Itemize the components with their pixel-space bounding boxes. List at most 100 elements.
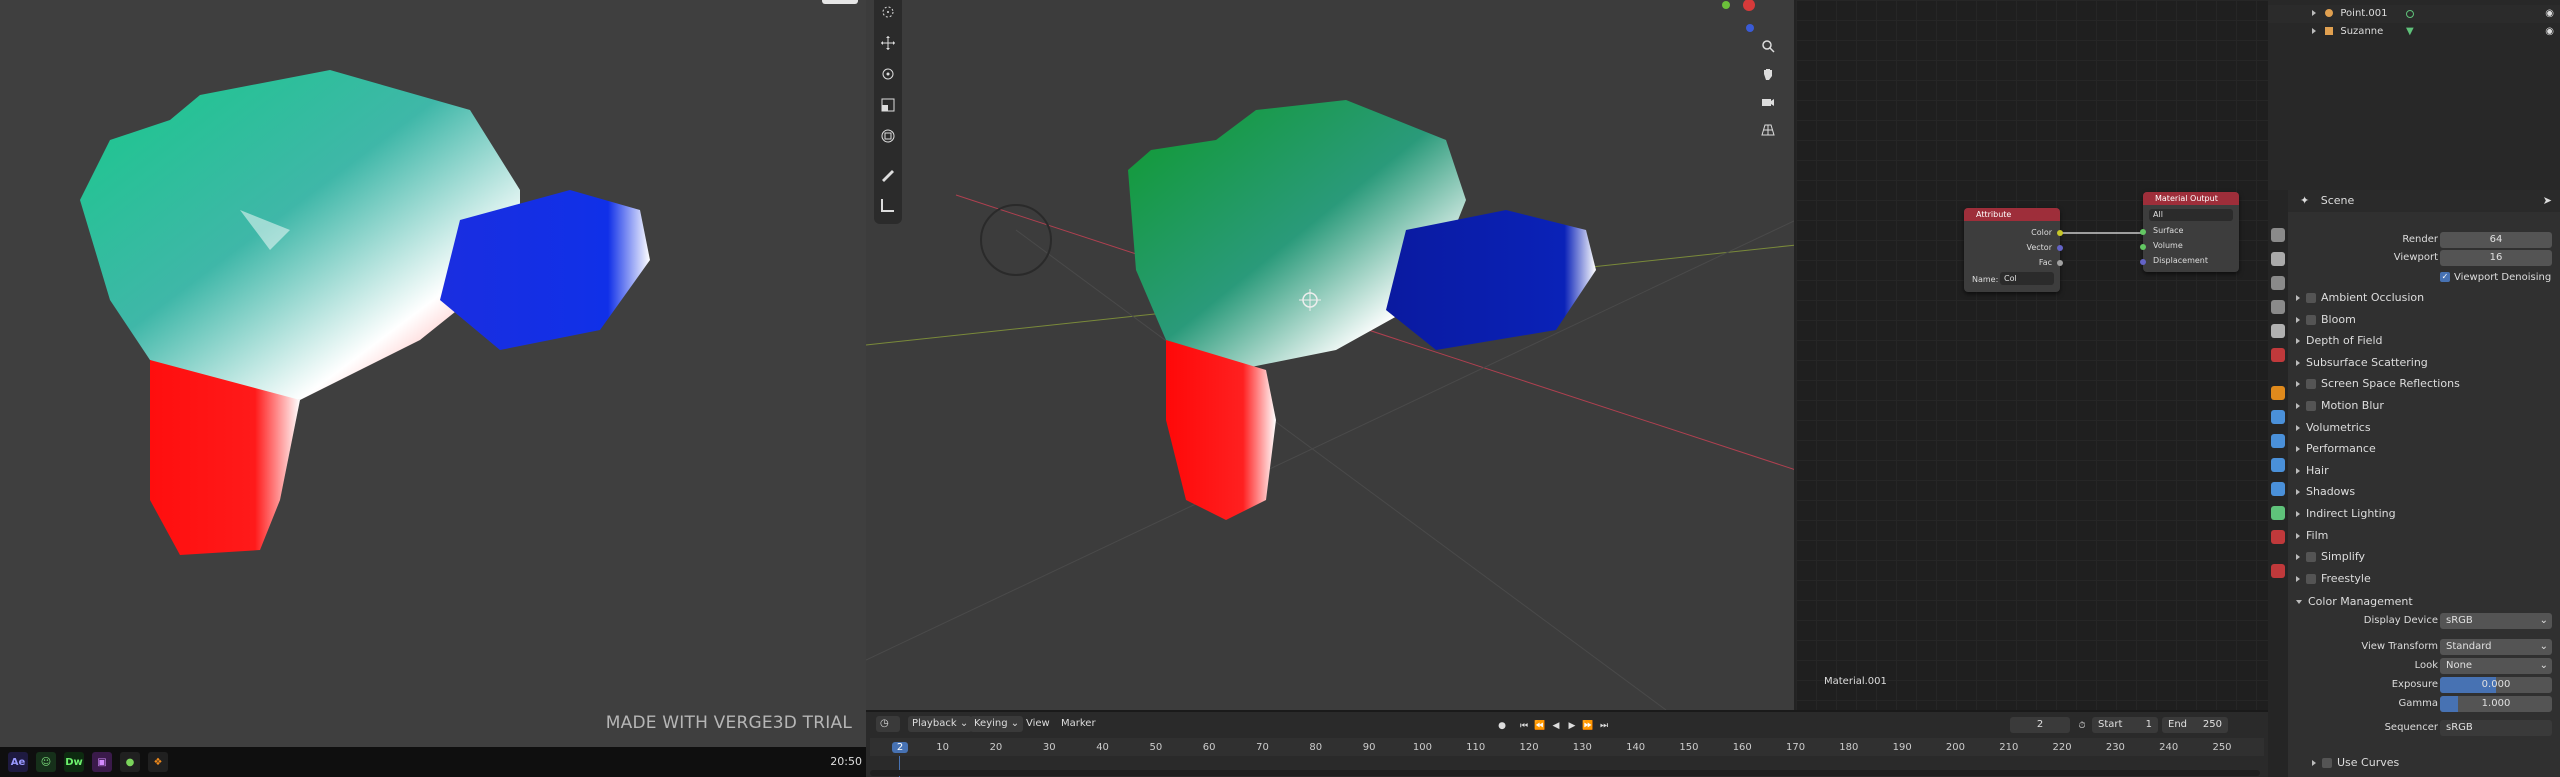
taskbar-app-icon[interactable]: Ae (8, 752, 28, 772)
play-reverse-icon[interactable]: ◀ (1550, 720, 1562, 732)
material-tab-icon[interactable] (2271, 530, 2285, 544)
visibility-eye-icon[interactable]: ◉ (2545, 5, 2554, 23)
gamma-slider[interactable]: 1.000 (2440, 696, 2552, 712)
tool-tab-icon[interactable] (2271, 228, 2285, 242)
panel-enable-checkbox[interactable] (2306, 573, 2316, 584)
pin-icon[interactable]: ➤ (2543, 190, 2552, 212)
web-viewer-canvas[interactable]: MADE WITH VERGE3D TRIAL (0, 0, 866, 747)
grid-view-icon[interactable] (1756, 118, 1780, 142)
viewport-samples-field[interactable]: 16 (2440, 250, 2552, 266)
outliner[interactable]: Point.001 ◉ Suzanne ▼ ◉ (2268, 0, 2560, 190)
view-layer-tab-icon[interactable] (2271, 300, 2285, 314)
keying-menu[interactable]: Keying ⌄ (970, 716, 1024, 732)
panel-use-curves[interactable]: Use Curves (2304, 752, 2560, 773)
panel-indirect-lighting[interactable]: Indirect Lighting (2288, 503, 2560, 524)
data-tab-icon[interactable] (2271, 506, 2285, 520)
panel-depth-of-field[interactable]: Depth of Field (2288, 330, 2560, 351)
current-frame-indicator[interactable]: 2 (892, 742, 908, 753)
properties-editor[interactable]: ✦ Scene ➤ Render 64 Viewport 16 ✓ Viewpor… (2268, 190, 2560, 777)
expand-arrow-icon[interactable] (2312, 10, 2316, 16)
volume-socket[interactable] (2140, 244, 2146, 250)
current-frame-field[interactable]: 2 (2010, 717, 2070, 733)
taskbar-app-icon[interactable]: ▣ (92, 752, 112, 772)
attribute-name-field[interactable]: Col (2000, 272, 2054, 285)
view-transform-dropdown[interactable]: Standard ⌄ (2440, 639, 2552, 655)
panel-ambient-occlusion[interactable]: Ambient Occlusion (2288, 287, 2560, 308)
panel-subsurface-scattering[interactable]: Subsurface Scattering (2288, 352, 2560, 373)
vector-socket[interactable] (2057, 245, 2063, 251)
sequencer-dropdown[interactable]: sRGB (2440, 720, 2552, 736)
material-output-node[interactable]: Material Output All Surface Volume Displ… (2140, 192, 2239, 272)
viewport-denoising-checkbox[interactable]: ✓ Viewport Denoising (2440, 270, 2560, 286)
panel-enable-checkbox[interactable] (2306, 401, 2316, 411)
measure-tool-icon[interactable] (878, 195, 898, 215)
taskbar-app-icon[interactable]: Dw (64, 752, 84, 772)
panel-performance[interactable]: Performance (2288, 438, 2560, 459)
expand-arrow-icon[interactable] (2312, 28, 2316, 34)
zoom-icon[interactable] (1756, 34, 1780, 58)
panel-bloom[interactable]: Bloom (2288, 309, 2560, 330)
view-menu[interactable]: View (1026, 716, 1050, 732)
play-icon[interactable]: ▶ (1566, 720, 1578, 732)
scale-tool-icon[interactable] (878, 95, 898, 115)
texture-tab-icon[interactable] (2271, 564, 2285, 578)
panel-enable-checkbox[interactable] (2306, 552, 2316, 563)
panel-color-management[interactable]: Color Management (2288, 591, 2560, 612)
look-dropdown[interactable]: None ⌄ (2440, 658, 2552, 674)
editor-type-menu[interactable]: ◷ (876, 716, 900, 732)
fac-socket[interactable] (2057, 260, 2063, 266)
start-frame-field[interactable]: Start 1 (2092, 717, 2158, 733)
attribute-node[interactable]: Attribute Color Vector Fac Name: Col (1964, 208, 2063, 292)
panel-freestyle[interactable]: Freestyle (2288, 568, 2560, 589)
render-tab-icon[interactable] (2271, 252, 2285, 266)
record-icon[interactable]: ● (1496, 720, 1508, 732)
world-tab-icon[interactable] (2271, 348, 2285, 362)
panel-motion-blur[interactable]: Motion Blur (2288, 395, 2560, 416)
outliner-row-point[interactable]: Point.001 ◉ (2268, 5, 2560, 23)
taskbar-app-icon[interactable]: ☺ (36, 752, 56, 772)
panel-enable-checkbox[interactable] (2306, 293, 2316, 303)
visibility-eye-icon[interactable]: ◉ (2545, 23, 2554, 41)
marker-menu[interactable]: Marker (1061, 716, 1096, 732)
output-tab-icon[interactable] (2271, 276, 2285, 290)
panel-shadows[interactable]: Shadows (2288, 481, 2560, 502)
object-tab-icon[interactable] (2271, 386, 2285, 400)
panel-enable-checkbox[interactable] (2306, 379, 2316, 390)
rotate-tool-icon[interactable] (878, 64, 898, 84)
constraints-tab-icon[interactable] (2271, 482, 2285, 496)
panel-enable-checkbox[interactable] (2306, 314, 2316, 325)
timeline[interactable]: ◷ Playback ⌄ Keying ⌄ View Marker ● ⏮ ⏪ … (866, 710, 2268, 777)
panel-film[interactable]: Film (2288, 525, 2560, 546)
output-target-dropdown[interactable]: All (2149, 209, 2233, 221)
modifier-tab-icon[interactable] (2271, 410, 2285, 424)
jump-start-icon[interactable]: ⏮ (1518, 720, 1530, 732)
render-samples-field[interactable]: 64 (2440, 232, 2552, 248)
viewer-corner-tab[interactable] (822, 0, 858, 4)
particles-tab-icon[interactable] (2271, 434, 2285, 448)
surface-socket[interactable] (2140, 229, 2146, 235)
display-device-dropdown[interactable]: sRGB ⌄ (2440, 613, 2552, 629)
playback-menu[interactable]: Playback ⌄ (908, 716, 973, 732)
timeline-scrollbar[interactable] (870, 770, 2260, 776)
3d-viewport[interactable] (866, 0, 1796, 710)
outliner-row-suzanne[interactable]: Suzanne ▼ ◉ (2268, 23, 2560, 41)
end-frame-field[interactable]: End 250 (2162, 717, 2228, 733)
color-socket[interactable] (2057, 230, 2063, 236)
taskbar-app-icon[interactable]: ❖ (148, 752, 168, 772)
pan-hand-icon[interactable] (1756, 62, 1780, 86)
panel-simplify[interactable]: Simplify (2288, 546, 2560, 567)
panel-hair[interactable]: Hair (2288, 460, 2560, 481)
next-keyframe-icon[interactable]: ⏩ (1582, 720, 1594, 732)
transform-tool-icon[interactable] (878, 126, 898, 146)
move-tool-icon[interactable] (878, 33, 898, 53)
physics-tab-icon[interactable] (2271, 458, 2285, 472)
taskbar-app-icon[interactable]: ● (120, 752, 140, 772)
jump-end-icon[interactable]: ⏭ (1598, 720, 1610, 732)
prev-keyframe-icon[interactable]: ⏪ (1534, 720, 1546, 732)
displacement-socket[interactable] (2140, 259, 2146, 265)
panel-volumetrics[interactable]: Volumetrics (2288, 417, 2560, 438)
annotate-tool-icon[interactable] (878, 164, 898, 184)
camera-icon[interactable] (1756, 90, 1780, 114)
stopwatch-icon[interactable]: ⏱ (2076, 720, 2088, 732)
scene-tab-icon[interactable] (2271, 324, 2285, 338)
